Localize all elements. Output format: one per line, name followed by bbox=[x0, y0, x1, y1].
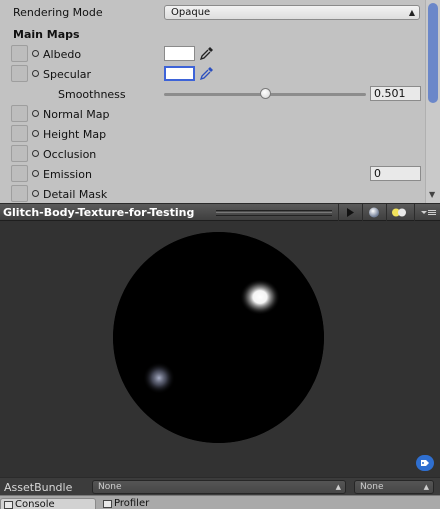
normal-map-label: Normal Map bbox=[43, 108, 110, 121]
preview-light-button[interactable] bbox=[386, 204, 412, 221]
normal-map-object-picker-icon[interactable] bbox=[32, 110, 39, 117]
specular-object-picker-icon[interactable] bbox=[32, 70, 39, 77]
inspector-scrollbar[interactable]: ▼ bbox=[425, 0, 440, 203]
light-icon bbox=[392, 208, 406, 217]
preview-sphere bbox=[113, 232, 324, 443]
smoothness-row: Smoothness 0.501 bbox=[0, 84, 424, 104]
asset-bundle-name-value: None bbox=[98, 482, 122, 492]
tab-profiler[interactable]: Profiler bbox=[100, 498, 190, 509]
inspector-scrollbar-thumb[interactable] bbox=[428, 3, 438, 103]
asset-bundle-variant-dropdown[interactable]: None ▲ bbox=[354, 480, 434, 494]
sphere-icon bbox=[369, 207, 379, 218]
specular-label: Specular bbox=[43, 68, 92, 81]
asset-bundle-variant-value: None bbox=[360, 482, 384, 492]
smoothness-value-field[interactable]: 0.501 bbox=[370, 86, 421, 101]
scroll-down-arrow-icon[interactable]: ▼ bbox=[429, 190, 435, 199]
preview-mesh-button[interactable] bbox=[362, 204, 384, 221]
albedo-label: Albedo bbox=[43, 48, 82, 61]
height-map-texture-slot[interactable] bbox=[11, 125, 28, 142]
specular-color-field[interactable] bbox=[164, 66, 195, 81]
emission-texture-slot[interactable] bbox=[11, 165, 28, 182]
occlusion-texture-slot[interactable] bbox=[11, 145, 28, 162]
emission-object-picker-icon[interactable] bbox=[32, 170, 39, 177]
main-maps-header: Main Maps bbox=[13, 28, 80, 41]
detail-mask-texture-slot[interactable] bbox=[11, 185, 28, 202]
detail-mask-row: Detail Mask bbox=[0, 184, 424, 203]
smoothness-slider-handle[interactable] bbox=[259, 88, 271, 99]
rendering-mode-dropdown[interactable]: Opaque ▲︎ bbox=[164, 5, 420, 20]
tab-profiler-label: Profiler bbox=[114, 498, 150, 509]
tab-console-label: Console bbox=[15, 499, 55, 509]
specular-texture-slot[interactable] bbox=[11, 65, 28, 82]
tab-console[interactable]: Console bbox=[0, 498, 96, 509]
chevron-updown-icon: ▲︎ bbox=[408, 8, 415, 17]
rendering-mode-label: Rendering Mode bbox=[13, 6, 103, 19]
asset-bundle-label: AssetBundle bbox=[4, 481, 73, 494]
main-maps-row: Main Maps bbox=[0, 24, 424, 44]
profiler-icon bbox=[103, 500, 112, 508]
menu-icon bbox=[421, 210, 436, 215]
material-inspector: Rendering Mode Opaque ▲︎ Main Maps Albed… bbox=[0, 0, 440, 203]
emission-label: Emission bbox=[43, 168, 92, 181]
albedo-object-picker-icon[interactable] bbox=[32, 50, 39, 57]
bottom-tab-bar: Console Profiler bbox=[0, 495, 440, 509]
preview-resize-grip[interactable] bbox=[216, 210, 332, 216]
normal-map-row: Normal Map bbox=[0, 104, 424, 124]
occlusion-row: Occlusion bbox=[0, 144, 424, 164]
preview-header[interactable]: Glitch-Body-Texture-for-Testing bbox=[0, 203, 440, 221]
smoothness-label: Smoothness bbox=[58, 88, 126, 101]
rendering-mode-row: Rendering Mode Opaque ▲︎ bbox=[0, 2, 424, 22]
asset-bundle-name-dropdown[interactable]: None ▲ bbox=[92, 480, 346, 494]
play-button[interactable] bbox=[338, 204, 360, 221]
albedo-row: Albedo bbox=[0, 44, 424, 64]
occlusion-label: Occlusion bbox=[43, 148, 97, 161]
emission-value-field[interactable]: 0 bbox=[370, 166, 421, 181]
material-preview[interactable] bbox=[0, 221, 440, 477]
chevron-updown-icon: ▲ bbox=[423, 483, 429, 491]
detail-mask-object-picker-icon[interactable] bbox=[32, 190, 39, 197]
preview-title: Glitch-Body-Texture-for-Testing bbox=[3, 206, 195, 219]
play-icon bbox=[347, 208, 354, 217]
eyedropper-icon[interactable] bbox=[199, 66, 214, 81]
specular-row: Specular bbox=[0, 64, 424, 84]
rendering-mode-value: Opaque bbox=[171, 7, 211, 18]
eyedropper-icon[interactable] bbox=[199, 46, 214, 61]
height-map-label: Height Map bbox=[43, 128, 107, 141]
emission-row: Emission 0 bbox=[0, 164, 424, 184]
normal-map-texture-slot[interactable] bbox=[11, 105, 28, 122]
occlusion-object-picker-icon[interactable] bbox=[32, 150, 39, 157]
albedo-texture-slot[interactable] bbox=[11, 45, 28, 62]
chevron-updown-icon: ▲ bbox=[335, 483, 341, 491]
tag-icon[interactable] bbox=[416, 455, 434, 471]
albedo-color-field[interactable] bbox=[164, 46, 195, 61]
height-map-row: Height Map bbox=[0, 124, 424, 144]
height-map-object-picker-icon[interactable] bbox=[32, 130, 39, 137]
preview-menu-button[interactable] bbox=[414, 204, 440, 221]
asset-bundle-bar: AssetBundle None ▲ None ▲ bbox=[0, 477, 440, 495]
detail-mask-label: Detail Mask bbox=[43, 188, 108, 201]
console-icon bbox=[4, 501, 13, 509]
